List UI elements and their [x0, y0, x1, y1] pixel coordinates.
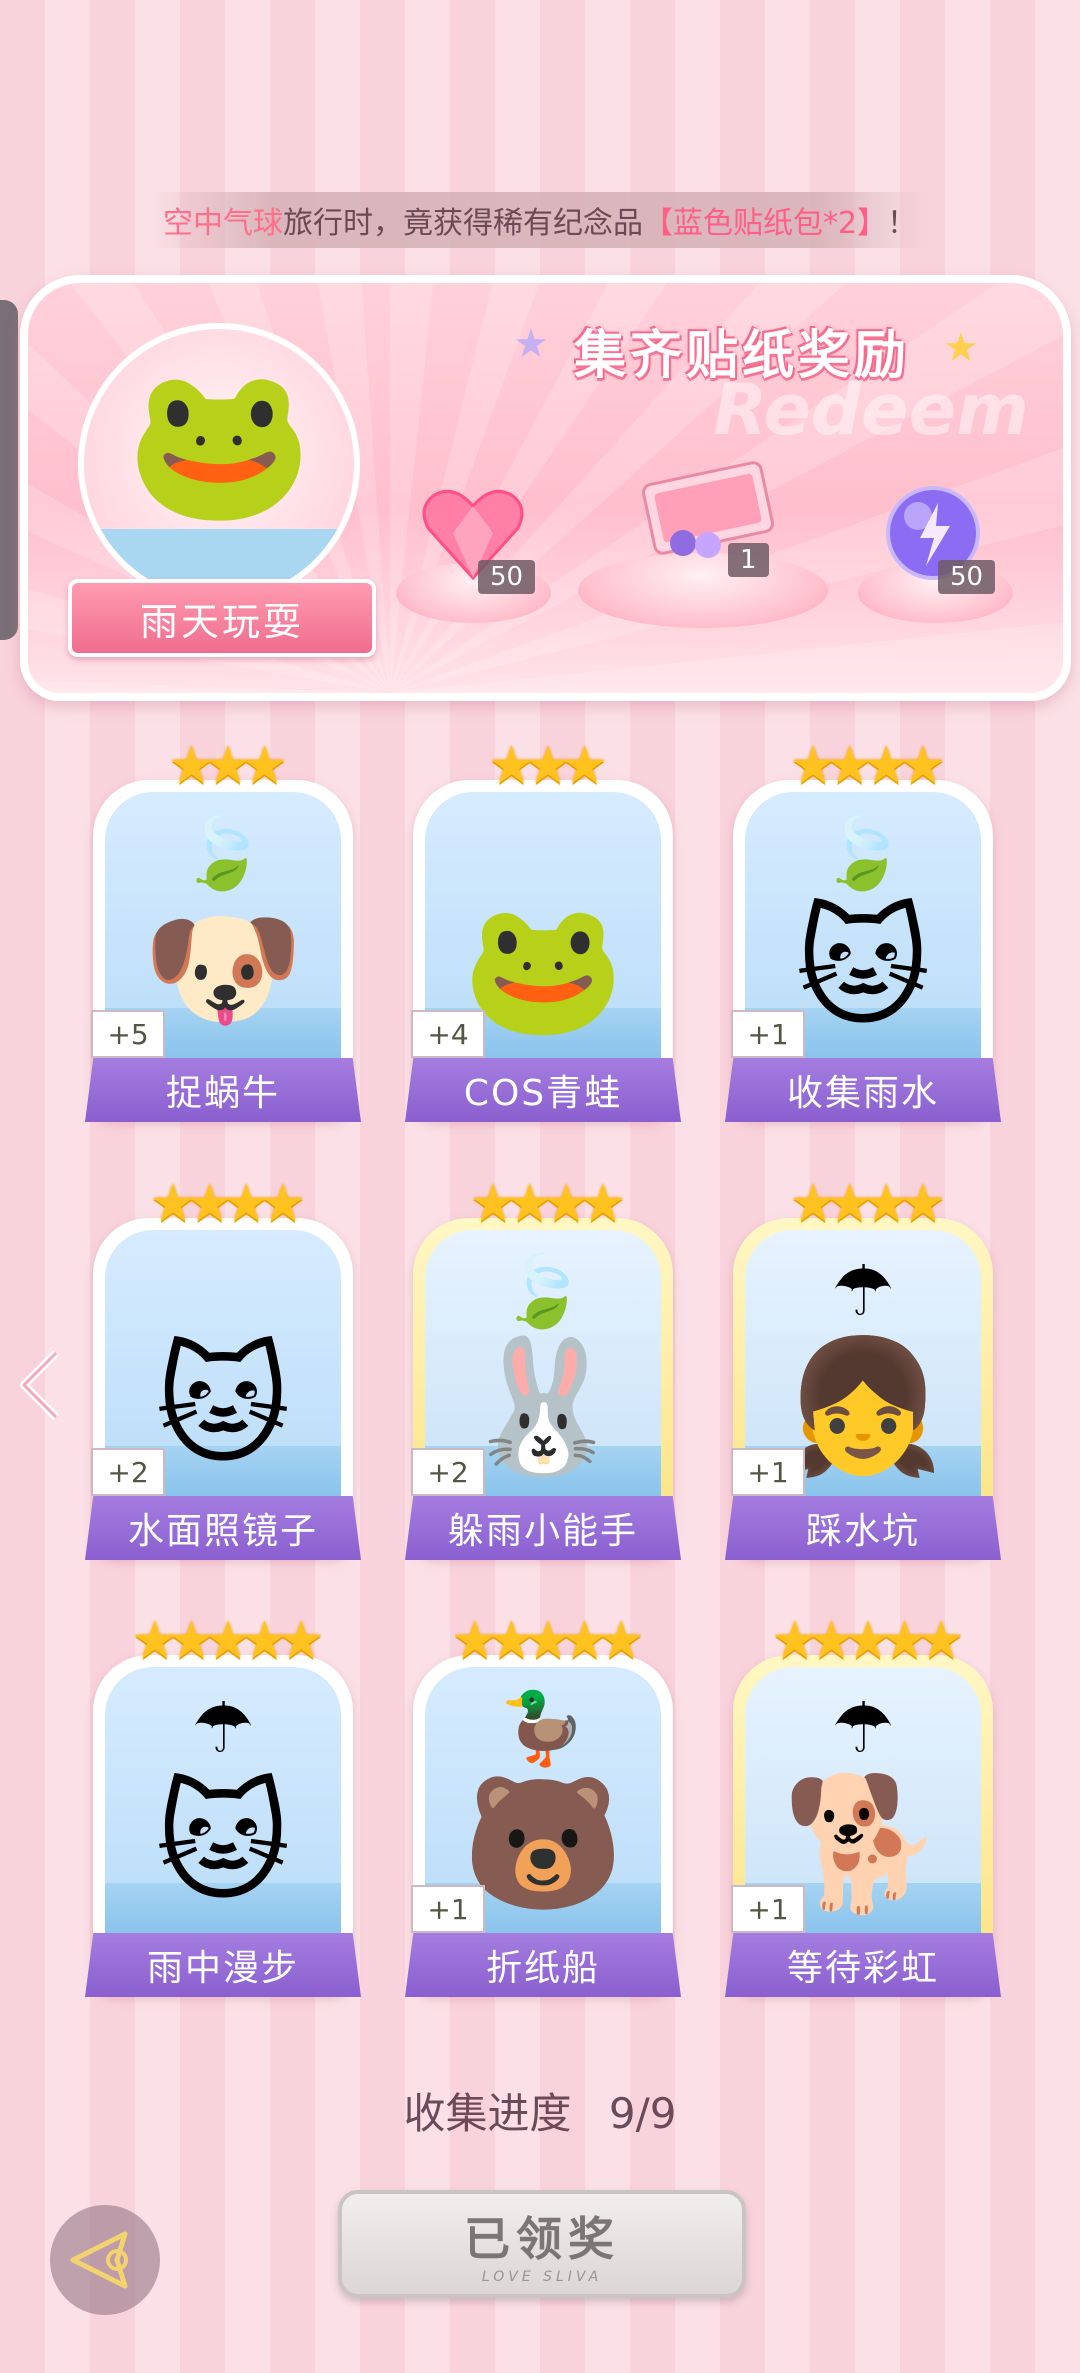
- sticker-character-icon: 🐸: [462, 892, 624, 1044]
- duplicate-count-badge: +4: [411, 1010, 485, 1058]
- sticker-card[interactable]: ★★★ 🍃 🐶 +5 捉蜗牛: [85, 736, 361, 1122]
- notice-middle: 旅行时，竟获得稀有纪念品: [282, 206, 643, 241]
- duplicate-count-badge: +1: [411, 1885, 485, 1933]
- sticker-title: 折纸船: [405, 1933, 681, 1997]
- sticker-card[interactable]: ★★★★ 🐱 +2 水面照镜子: [85, 1174, 361, 1560]
- duplicate-count-badge: +1: [731, 1010, 805, 1058]
- sticker-title: 捉蜗牛: [85, 1058, 361, 1122]
- back-arrow-icon: [70, 2231, 128, 2289]
- duplicate-count-badge: +5: [91, 1010, 165, 1058]
- side-drawer-handle[interactable]: [0, 300, 18, 640]
- notice-item: 【蓝色贴纸包*2】: [642, 206, 888, 241]
- rarity-stars: ★★★★: [789, 1174, 946, 1234]
- rarity-stars: ★★★★★: [131, 1611, 324, 1671]
- sticker-prop-icon: 🍃: [499, 1250, 587, 1332]
- claim-button-subtitle: LOVE SLIVA: [481, 2269, 603, 2285]
- sticker-card[interactable]: ★★★★★ ☂ 🐕 +1 等待彩虹: [725, 1611, 1001, 1997]
- back-button[interactable]: [50, 2205, 160, 2315]
- sticker-title: 雨中漫步: [85, 1933, 361, 1997]
- sticker-character-icon: 🐱: [155, 1330, 291, 1482]
- reward-panel-title: 集齐贴纸奖励: [574, 325, 911, 386]
- sticker-prop-icon: 🍃: [819, 812, 907, 894]
- sticker-character-icon: 🐻: [462, 1767, 624, 1919]
- sticker-card[interactable]: ★★★★ ☂ 👧 +1 踩水坑: [725, 1174, 1001, 1560]
- theme-name-banner: 雨天玩耍: [68, 579, 376, 657]
- sticker-title: 躲雨小能手: [405, 1496, 681, 1560]
- sticker-character-icon: 🐶: [142, 892, 304, 1044]
- duplicate-count-badge: +2: [91, 1448, 165, 1496]
- sticker-title: 收集雨水: [725, 1058, 1001, 1122]
- sticker-illustration: ☂ 🐱: [105, 1667, 341, 1943]
- sticker-card[interactable]: ★★★★ 🍃 🐰 +2 躲雨小能手: [405, 1174, 681, 1560]
- rarity-stars: ★★★★★: [451, 1611, 644, 1671]
- reward-count: 1: [728, 543, 769, 577]
- sticker-card[interactable]: ★★★★★ 🦆 🐻 +1 折纸船: [405, 1611, 681, 1997]
- sticker-character-icon: 🐰: [462, 1330, 624, 1482]
- sticker-prop-icon: ☂: [191, 1687, 255, 1769]
- sticker-title: 等待彩虹: [725, 1933, 1001, 1997]
- rarity-stars: ★★★★★: [771, 1611, 964, 1671]
- gift-box-reward[interactable]: 1: [628, 433, 778, 577]
- collection-reward-panel: Redeem ★ 集齐贴纸奖励 ★ 🐸 雨天玩耍 50 1 50: [20, 275, 1071, 701]
- rarity-stars: ★★★: [488, 736, 608, 796]
- reward-count: 50: [478, 560, 536, 594]
- notice-banner: 空中气球 旅行时，竟获得稀有纪念品 【蓝色贴纸包*2】 ！: [150, 192, 930, 248]
- rarity-stars: ★★★★: [469, 1174, 626, 1234]
- rarity-stars: ★★★★: [149, 1174, 306, 1234]
- duplicate-count-badge: +2: [411, 1448, 485, 1496]
- reward-count: 50: [938, 560, 996, 594]
- sticker-character-icon: 🐕: [782, 1767, 944, 1919]
- sticker-prop-icon: ☂: [831, 1250, 895, 1332]
- rarity-stars: ★★★: [168, 736, 288, 796]
- collection-progress: 收集进度 9/9: [0, 2080, 1080, 2141]
- star-decoration-icon: ★: [513, 321, 549, 367]
- progress-label: 收集进度: [403, 2089, 572, 2138]
- heart-gem-reward[interactable]: 50: [418, 478, 536, 594]
- sticker-card[interactable]: ★★★★★ ☂ 🐱 雨中漫步: [85, 1611, 361, 1997]
- rarity-stars: ★★★★: [789, 736, 946, 796]
- sticker-title: 水面照镜子: [85, 1496, 361, 1560]
- purple-orb-reward[interactable]: 50: [878, 478, 996, 594]
- claim-button-label: 已领奖: [464, 2212, 620, 2266]
- claim-reward-button[interactable]: 已领奖 LOVE SLIVA: [338, 2190, 746, 2298]
- sticker-card[interactable]: ★★★ 🐸 +4 COS青蛙: [405, 736, 681, 1122]
- star-decoration-icon: ★: [943, 325, 979, 371]
- duplicate-count-badge: +1: [731, 1885, 805, 1933]
- previous-page-arrow-icon[interactable]: [14, 1345, 64, 1425]
- notice-prefix: 空中气球: [162, 206, 283, 241]
- sticker-card[interactable]: ★★★★ 🍃 🐱 +1 收集雨水: [725, 736, 1001, 1122]
- progress-value: 9/9: [608, 2089, 677, 2138]
- sticker-prop-icon: 🦆: [499, 1687, 587, 1769]
- frog-hood-character-icon: 🐸: [125, 357, 313, 531]
- notice-suffix: ！: [887, 206, 918, 241]
- sticker-title: COS青蛙: [405, 1058, 681, 1122]
- theme-illustration: 🐸: [78, 323, 360, 605]
- sticker-character-icon: 🐱: [155, 1767, 291, 1919]
- sticker-character-icon: 👧: [782, 1330, 944, 1482]
- sticker-prop-icon: 🍃: [179, 812, 267, 894]
- sticker-character-icon: 🐱: [795, 892, 931, 1044]
- sticker-prop-icon: ☂: [831, 1687, 895, 1769]
- sticker-title: 踩水坑: [725, 1496, 1001, 1560]
- duplicate-count-badge: +1: [731, 1448, 805, 1496]
